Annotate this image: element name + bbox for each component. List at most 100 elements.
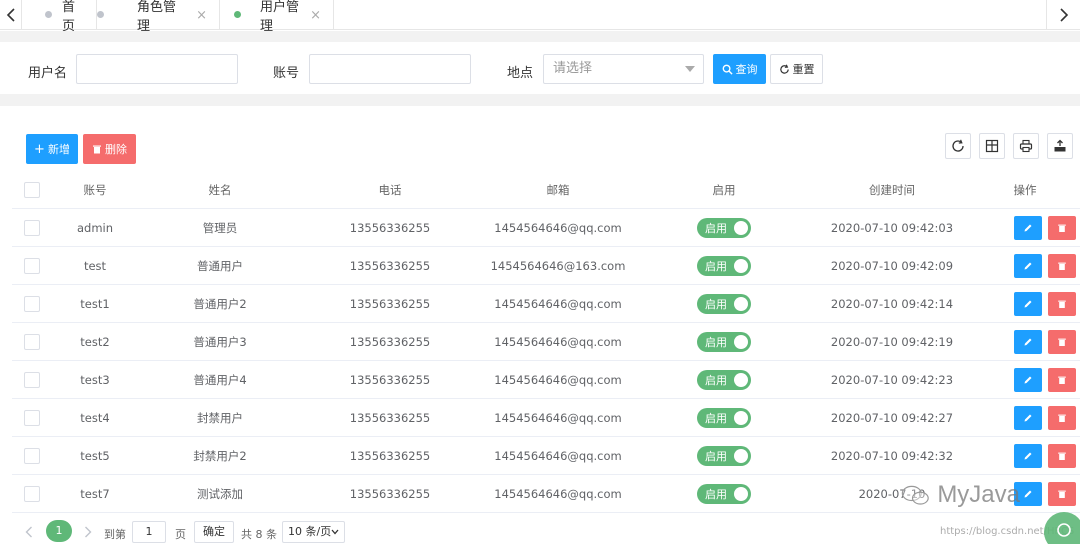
edit-button[interactable]	[1014, 405, 1042, 430]
tab-role-management[interactable]: 角色管理 ×	[97, 0, 220, 34]
cell-email: 1454564646@qq.com	[494, 220, 622, 235]
print-button[interactable]	[1013, 133, 1039, 159]
switch-knob	[734, 372, 748, 387]
chevron-down-icon	[331, 529, 339, 535]
search-form: 用户名 账号 地点 请选择 查询 重置	[0, 42, 1080, 94]
switch-knob	[734, 334, 748, 349]
close-icon[interactable]: ×	[196, 8, 207, 23]
switch-label: 启用	[705, 297, 727, 311]
columns-icon	[985, 139, 999, 153]
query-button[interactable]: 查询	[713, 54, 766, 84]
delete-row-button[interactable]	[1048, 405, 1076, 430]
refresh-table-button[interactable]	[945, 133, 971, 159]
enabled-switch[interactable]: 启用	[697, 407, 751, 428]
cell-created: 2020-07-10 09:42:19	[830, 334, 954, 349]
switch-label: 启用	[705, 373, 727, 387]
cell-email: 1454564646@qq.com	[494, 486, 622, 501]
enabled-switch[interactable]: 启用	[697, 331, 751, 352]
row-checkbox[interactable]	[24, 371, 40, 388]
row-checkbox[interactable]	[24, 485, 40, 502]
cell-name: 普通用户	[197, 258, 243, 273]
user-table: 账号 姓名 电话 邮箱 启用 创建时间 操作 admin 管理员 1355633…	[12, 172, 1080, 513]
page-1-button[interactable]: 1	[46, 520, 72, 542]
enabled-switch[interactable]: 启用	[697, 293, 751, 314]
cell-email: 1454564646@qq.com	[494, 334, 622, 349]
table-row: test5 封禁用户2 13556336255 1454564646@qq.co…	[12, 437, 1080, 475]
delete-row-button[interactable]	[1048, 481, 1076, 506]
edit-button[interactable]	[1014, 443, 1042, 468]
delete-row-button[interactable]	[1048, 291, 1076, 316]
enabled-switch[interactable]: 启用	[697, 445, 751, 466]
row-checkbox[interactable]	[24, 219, 40, 236]
cell-phone: 13556336255	[349, 448, 431, 463]
enabled-switch[interactable]: 启用	[697, 217, 751, 238]
cell-name: 封禁用户2	[193, 448, 247, 463]
add-button[interactable]: + 新增	[26, 134, 78, 164]
next-page-icon[interactable]	[84, 526, 92, 538]
edit-button[interactable]	[1014, 253, 1042, 278]
tab-user-management[interactable]: 用户管理 ×	[220, 0, 334, 34]
edit-button[interactable]	[1014, 367, 1042, 392]
switch-label: 启用	[705, 335, 727, 349]
switch-knob	[734, 486, 748, 501]
delete-row-button[interactable]	[1048, 329, 1076, 354]
close-icon[interactable]: ×	[310, 8, 321, 23]
pencil-icon	[1024, 300, 1032, 307]
table-header: 账号 姓名 电话 邮箱 启用 创建时间 操作	[12, 172, 1080, 209]
export-button[interactable]	[1047, 133, 1073, 159]
cell-account: test5	[80, 448, 110, 463]
edit-button[interactable]	[1014, 481, 1042, 506]
row-checkbox[interactable]	[24, 333, 40, 350]
cell-email: 1454564646@qq.com	[494, 448, 622, 463]
reset-button[interactable]: 重置	[770, 54, 823, 84]
refresh-icon	[952, 139, 964, 152]
tab-bar: 首页 角色管理 × 用户管理 ×	[0, 0, 1080, 34]
row-checkbox[interactable]	[24, 447, 40, 464]
row-checkbox[interactable]	[24, 295, 40, 312]
cell-account: test7	[80, 486, 110, 501]
delete-row-button[interactable]	[1048, 367, 1076, 392]
prev-page-icon[interactable]	[25, 526, 33, 538]
chat-floating-button[interactable]	[1044, 512, 1080, 544]
page-size-select[interactable]: 10 条/页	[282, 521, 345, 543]
delete-button[interactable]: 删除	[83, 134, 136, 164]
table-row: test3 普通用户4 13556336255 1454564646@qq.co…	[12, 361, 1080, 399]
enabled-switch[interactable]: 启用	[697, 483, 751, 504]
pencil-icon	[1024, 338, 1032, 345]
enabled-switch[interactable]: 启用	[697, 369, 751, 390]
row-checkbox[interactable]	[24, 409, 40, 426]
delete-row-button[interactable]	[1048, 215, 1076, 240]
username-input[interactable]	[76, 54, 238, 84]
switch-knob	[734, 296, 748, 311]
delete-row-button[interactable]	[1048, 253, 1076, 278]
total-count: 共 8 条	[241, 528, 277, 541]
location-select[interactable]: 请选择	[543, 54, 704, 84]
switch-knob	[734, 258, 748, 273]
cell-created: 2020-07-10 09:42:09	[830, 258, 954, 273]
table-row: test4 封禁用户 13556336255 1454564646@qq.com…	[12, 399, 1080, 437]
switch-label: 启用	[705, 449, 727, 463]
cell-created: 2020-07-10	[858, 486, 926, 501]
row-checkbox[interactable]	[24, 257, 40, 274]
table-body: admin 管理员 13556336255 1454564646@qq.com …	[12, 209, 1080, 513]
account-input[interactable]	[309, 54, 471, 84]
edit-button[interactable]	[1014, 215, 1042, 240]
edit-button[interactable]	[1014, 329, 1042, 354]
goto-confirm-button[interactable]: 确定	[194, 521, 234, 543]
switch-label: 启用	[705, 411, 727, 425]
goto-page-input[interactable]: 1	[132, 521, 166, 543]
cell-account: test3	[80, 372, 110, 387]
export-icon	[1054, 139, 1066, 152]
enabled-switch[interactable]: 启用	[697, 255, 751, 276]
tab-home[interactable]: 首页	[22, 0, 97, 34]
columns-button[interactable]	[979, 133, 1005, 159]
page-unit-label: 页	[175, 528, 186, 541]
cell-phone: 13556336255	[349, 410, 431, 425]
delete-row-button[interactable]	[1048, 443, 1076, 468]
plus-icon: +	[34, 141, 45, 157]
chevron-left-icon	[6, 8, 15, 22]
tab-scroll-right-button[interactable]	[1046, 0, 1080, 30]
edit-button[interactable]	[1014, 291, 1042, 316]
select-all-checkbox[interactable]	[24, 182, 40, 198]
tab-scroll-left-button[interactable]	[0, 0, 22, 30]
